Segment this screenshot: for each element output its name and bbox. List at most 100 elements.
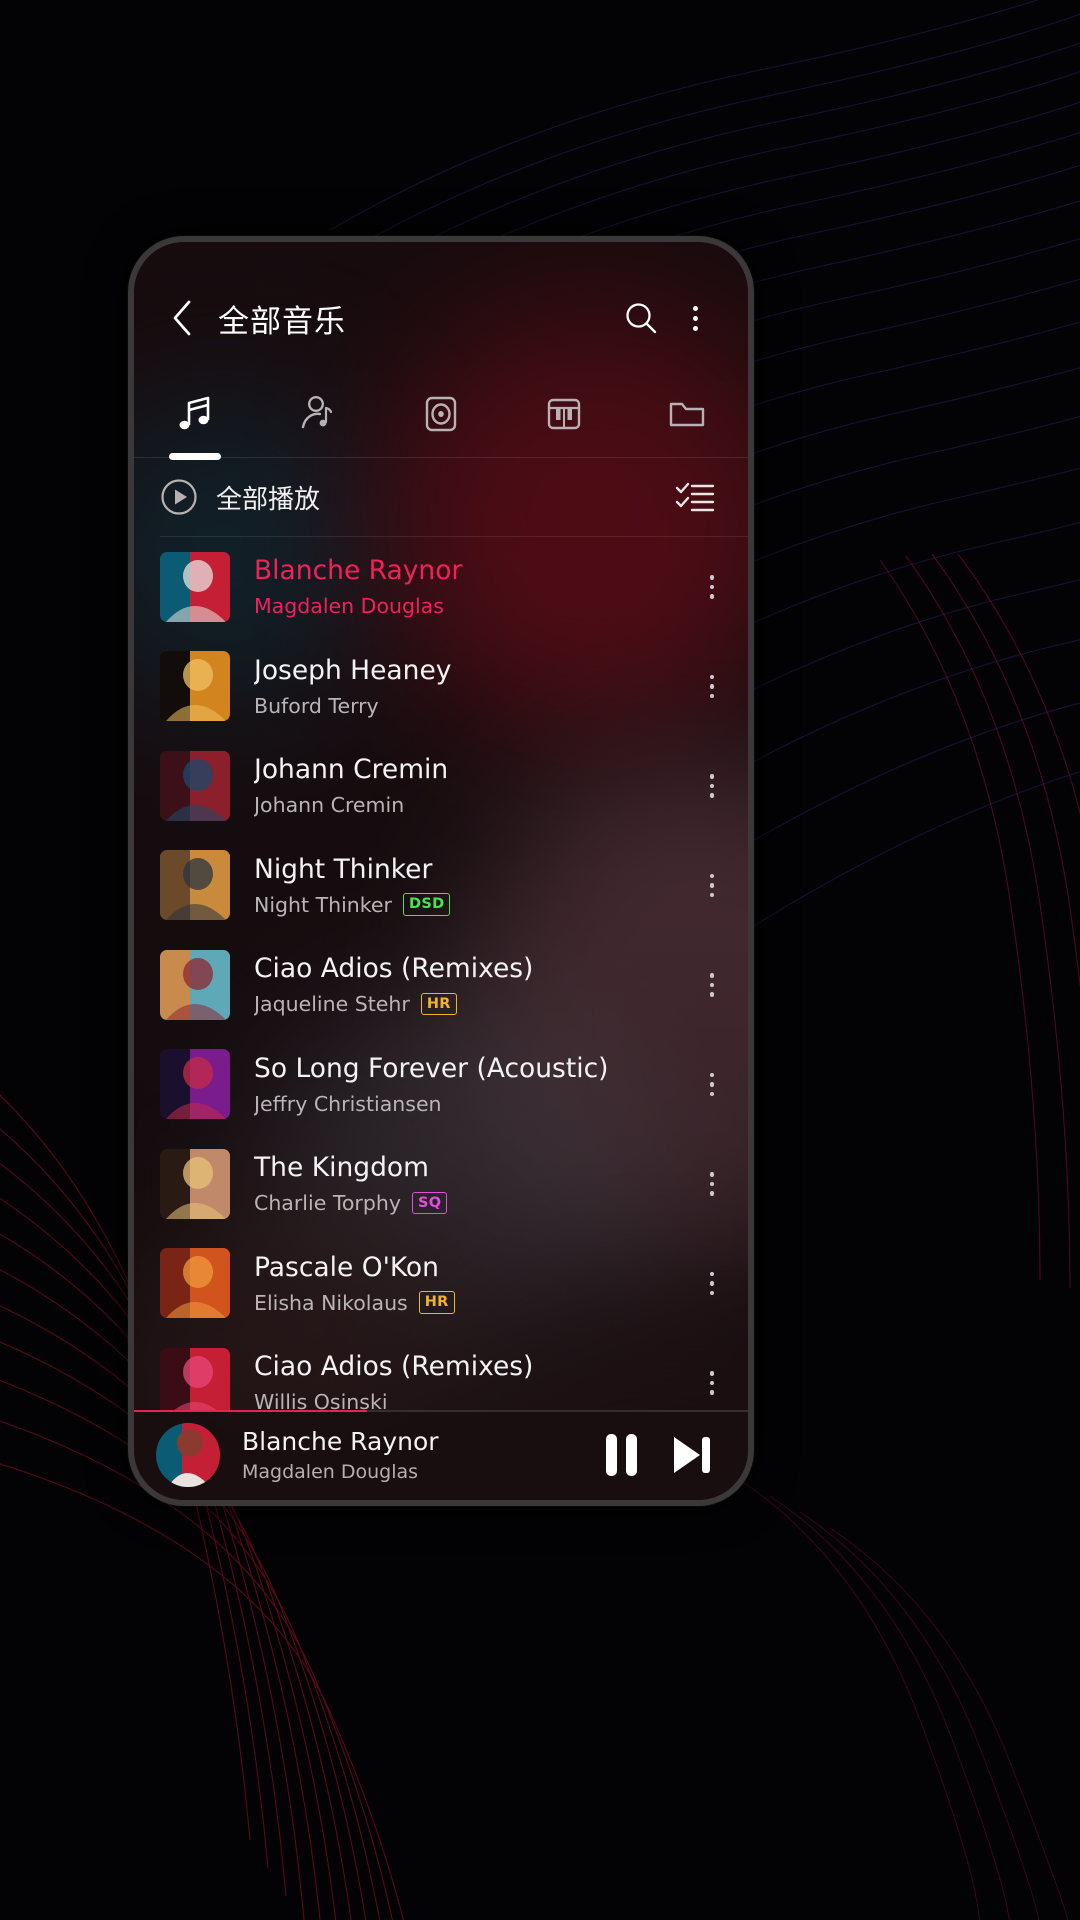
song-artist: Night Thinker (254, 892, 392, 917)
piano-icon (547, 398, 580, 430)
song-artist: Jaqueline Stehr (254, 992, 410, 1017)
tab-songs[interactable] (134, 370, 257, 460)
song-meta: Ciao Adios (Remixes) Jaqueline Stehr HR (254, 953, 686, 1016)
album-disc-icon (425, 396, 457, 432)
pause-button[interactable] (586, 1420, 656, 1490)
song-title: Johann Cremin (254, 754, 449, 786)
now-playing-artwork (156, 1423, 220, 1487)
song-artist: Charlie Torphy (254, 1191, 401, 1216)
song-meta: Johann Cremin Johann Cremin (254, 754, 686, 817)
folder-icon (669, 402, 704, 427)
table-row[interactable]: Joseph Heaney Buford Terry (134, 637, 748, 737)
next-track-button[interactable] (656, 1420, 726, 1490)
artwork-thumbnail (160, 1347, 230, 1410)
song-overflow-button[interactable] (686, 1352, 738, 1410)
song-overflow-button[interactable] (686, 954, 738, 1016)
page-title: 全部音乐 (218, 303, 346, 340)
table-row[interactable]: The Kingdom Charlie Torphy SQ (134, 1134, 748, 1234)
song-subtitle-row: Johann Cremin (254, 793, 686, 817)
song-overflow-button[interactable] (686, 854, 738, 916)
song-subtitle-row: Elisha Nikolaus HR (254, 1291, 686, 1315)
category-tab-bar (134, 370, 748, 460)
artwork-thumbnail (160, 750, 230, 821)
song-artist: Willis Osinski (254, 1390, 388, 1410)
song-artist: Elisha Nikolaus (254, 1290, 408, 1315)
artwork-thumbnail (160, 850, 230, 921)
music-note-icon (179, 396, 210, 430)
playback-progress-bar[interactable] (134, 1410, 748, 1412)
search-button[interactable] (614, 291, 668, 345)
song-list[interactable]: Blanche Raynor Magdalen Douglas Joseph Hea… (134, 537, 748, 1410)
more-vertical-icon (692, 305, 698, 331)
quality-badge: SQ (411, 1191, 448, 1215)
song-artwork (160, 1049, 230, 1120)
tab-genres[interactable] (502, 370, 625, 458)
song-subtitle-row: Magdalen Douglas (254, 594, 686, 618)
song-subtitle-row: Buford Terry (254, 694, 686, 718)
overflow-menu-button[interactable] (668, 291, 722, 345)
now-playing-title: Blanche Raynor (242, 1427, 439, 1456)
table-row[interactable]: Johann Cremin Johann Cremin (134, 736, 748, 836)
song-meta: Night Thinker Night Thinker DSD (254, 854, 686, 917)
artwork-thumbnail (160, 1248, 230, 1319)
play-circle-icon (161, 479, 197, 515)
chevron-left-icon (173, 300, 191, 336)
table-row[interactable]: Ciao Adios (Remixes) Jaqueline Stehr HR (134, 935, 748, 1035)
song-artwork (160, 1148, 230, 1219)
phone-screen: 全部音乐 全部播放 Blanche Raynor Magdalen Dougla… (134, 242, 748, 1500)
song-title: Joseph Heaney (254, 654, 452, 686)
song-overflow-button[interactable] (686, 556, 738, 618)
song-meta: Pascale O'Kon Elisha Nikolaus HR (254, 1252, 686, 1315)
now-playing-bar[interactable]: Blanche Raynor Magdalen Douglas (134, 1410, 748, 1500)
app-bar: 全部音乐 (134, 270, 748, 366)
table-row[interactable]: Blanche Raynor Magdalen Douglas (134, 537, 748, 637)
song-artwork (160, 1248, 230, 1319)
tab-artists[interactable] (257, 370, 380, 458)
song-overflow-button[interactable] (686, 1153, 738, 1215)
song-meta: Ciao Adios (Remixes) Willis Osinski (254, 1351, 686, 1410)
song-title: So Long Forever (Acoustic) (254, 1052, 609, 1084)
play-all-label: 全部播放 (216, 484, 321, 515)
song-title: Ciao Adios (Remixes) (254, 953, 534, 985)
song-overflow-button[interactable] (686, 1053, 738, 1115)
quality-badge: HR (418, 1291, 455, 1314)
song-meta: Blanche Raynor Magdalen Douglas (254, 555, 686, 618)
artwork-thumbnail (160, 551, 230, 622)
now-playing-artist: Magdalen Douglas (242, 1461, 419, 1483)
now-playing-meta: Blanche Raynor Magdalen Douglas (242, 1427, 586, 1483)
song-artwork (160, 1347, 230, 1410)
song-artist: Magdalen Douglas (254, 594, 444, 619)
song-subtitle-row: Jeffry Christiansen (254, 1092, 686, 1116)
table-row[interactable]: Ciao Adios (Remixes) Willis Osinski (134, 1333, 748, 1410)
table-row[interactable]: So Long Forever (Acoustic) Jeffry Christi… (134, 1035, 748, 1135)
song-artist: Buford Terry (254, 693, 379, 718)
song-artist: Johann Cremin (254, 793, 405, 818)
table-row[interactable]: Pascale O'Kon Elisha Nikolaus HR (134, 1234, 748, 1334)
artwork-thumbnail (156, 1423, 220, 1487)
artwork-thumbnail (160, 1148, 230, 1219)
song-title: Pascale O'Kon (254, 1251, 439, 1283)
song-overflow-button[interactable] (686, 655, 738, 717)
song-overflow-button[interactable] (686, 1252, 738, 1314)
song-subtitle-row: Jaqueline Stehr HR (254, 992, 686, 1016)
tab-folders[interactable] (625, 370, 748, 458)
song-artwork (160, 651, 230, 722)
song-title: Night Thinker (254, 853, 433, 885)
song-title: The Kingdom (254, 1152, 429, 1184)
quality-badge: HR (420, 992, 457, 1016)
checklist-icon (675, 482, 715, 512)
tab-albums[interactable] (380, 370, 503, 458)
song-overflow-button[interactable] (686, 755, 738, 817)
quality-badge: DSD (402, 893, 451, 916)
back-button[interactable] (160, 296, 204, 340)
play-all-row[interactable]: 全部播放 (134, 458, 748, 536)
table-row[interactable]: Night Thinker Night Thinker DSD (134, 836, 748, 936)
song-meta: The Kingdom Charlie Torphy SQ (254, 1152, 686, 1215)
multiselect-button[interactable] (668, 470, 722, 524)
song-artwork (160, 850, 230, 921)
song-meta: Joseph Heaney Buford Terry (254, 655, 686, 718)
song-artwork (160, 949, 230, 1020)
song-meta: So Long Forever (Acoustic) Jeffry Christi… (254, 1053, 686, 1116)
search-icon (626, 303, 657, 334)
song-title: Blanche Raynor (254, 555, 463, 587)
